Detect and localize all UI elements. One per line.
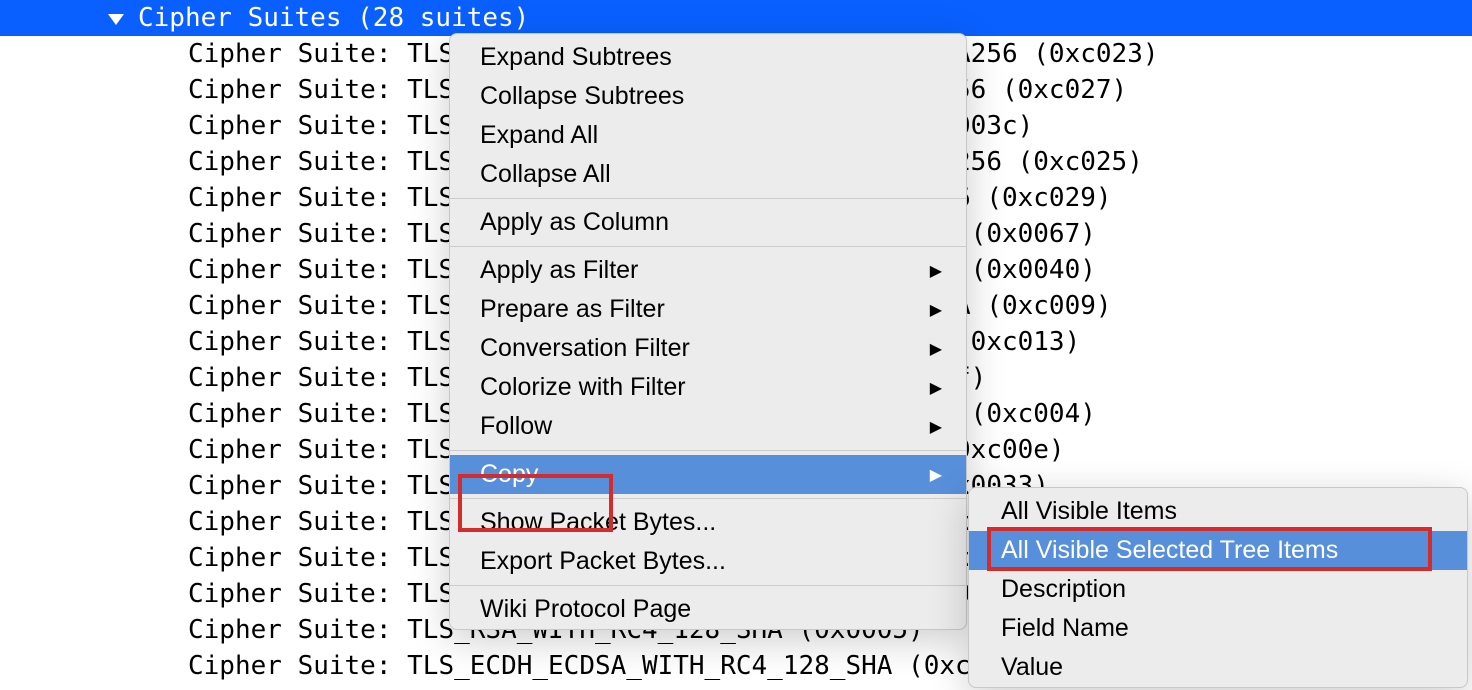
copy-submenu: All Visible Items All Visible Selected Tr… <box>968 487 1468 688</box>
menu-separator <box>450 585 966 586</box>
menu-item-conversation-filter[interactable]: Conversation Filter ▶ <box>450 329 966 368</box>
menu-item-label: Apply as Column <box>480 208 669 237</box>
menu-item-label: Conversation Filter <box>480 334 690 363</box>
menu-item-label: Prepare as Filter <box>480 295 665 324</box>
menu-separator <box>450 450 966 451</box>
submenu-item-label: All Visible Selected Tree Items <box>1001 536 1338 565</box>
submenu-item-all-visible-items[interactable]: All Visible Items <box>969 492 1467 531</box>
menu-item-apply-as-filter[interactable]: Apply as Filter ▶ <box>450 251 966 290</box>
submenu-item-label: All Visible Items <box>1001 497 1177 526</box>
menu-item-expand-all[interactable]: Expand All <box>450 116 966 155</box>
menu-item-collapse-all[interactable]: Collapse All <box>450 155 966 194</box>
menu-item-apply-as-column[interactable]: Apply as Column <box>450 203 966 242</box>
submenu-item-description[interactable]: Description <box>969 570 1467 609</box>
menu-item-label: Copy <box>480 460 538 489</box>
submenu-arrow-icon: ▶ <box>930 417 942 437</box>
expand-triangle-icon <box>108 14 124 25</box>
menu-separator <box>450 198 966 199</box>
menu-item-label: Colorize with Filter <box>480 373 686 402</box>
menu-item-follow[interactable]: Follow ▶ <box>450 407 966 446</box>
submenu-item-label: Value <box>1001 653 1063 682</box>
menu-item-label: Export Packet Bytes... <box>480 547 726 576</box>
menu-item-label: Show Packet Bytes... <box>480 508 716 537</box>
menu-separator <box>450 498 966 499</box>
submenu-arrow-icon: ▶ <box>930 300 942 320</box>
menu-item-show-packet-bytes-[interactable]: Show Packet Bytes... <box>450 503 966 542</box>
menu-item-prepare-as-filter[interactable]: Prepare as Filter ▶ <box>450 290 966 329</box>
menu-item-wiki-protocol-page[interactable]: Wiki Protocol Page <box>450 590 966 629</box>
submenu-item-value[interactable]: Value <box>969 648 1467 687</box>
menu-item-label: Collapse All <box>480 160 611 189</box>
tree-header-label: Cipher Suites (28 suites) <box>138 3 529 33</box>
tree-header-row[interactable]: Cipher Suites (28 suites) <box>0 0 1472 36</box>
menu-item-collapse-subtrees[interactable]: Collapse Subtrees <box>450 77 966 116</box>
menu-item-label: Wiki Protocol Page <box>480 595 691 624</box>
menu-item-expand-subtrees[interactable]: Expand Subtrees <box>450 38 966 77</box>
menu-item-label: Follow <box>480 412 552 441</box>
submenu-arrow-icon: ▶ <box>930 378 942 398</box>
menu-item-label: Collapse Subtrees <box>480 82 684 111</box>
menu-item-label: Expand Subtrees <box>480 43 672 72</box>
submenu-item-label: Field Name <box>1001 614 1129 643</box>
context-menu: Expand Subtrees Collapse Subtrees Expand A… <box>449 33 967 630</box>
submenu-arrow-icon: ▶ <box>930 261 942 281</box>
menu-item-copy[interactable]: Copy ▶ <box>450 455 966 494</box>
menu-item-label: Apply as Filter <box>480 256 638 285</box>
submenu-item-label: Description <box>1001 575 1126 604</box>
menu-item-colorize-with-filter[interactable]: Colorize with Filter ▶ <box>450 368 966 407</box>
submenu-arrow-icon: ▶ <box>930 465 942 485</box>
menu-separator <box>450 246 966 247</box>
submenu-arrow-icon: ▶ <box>930 339 942 359</box>
submenu-item-all-visible-selected-tree-items[interactable]: All Visible Selected Tree Items <box>969 531 1467 570</box>
submenu-item-field-name[interactable]: Field Name <box>969 609 1467 648</box>
menu-item-label: Expand All <box>480 121 598 150</box>
menu-item-export-packet-bytes-[interactable]: Export Packet Bytes... <box>450 542 966 581</box>
